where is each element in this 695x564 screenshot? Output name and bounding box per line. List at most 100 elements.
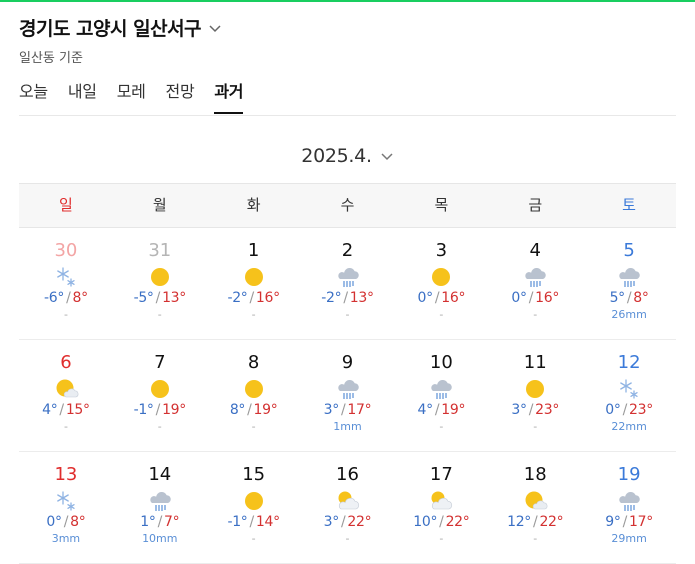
day-number: 12 xyxy=(617,352,641,373)
temperature-range: 0°/23° xyxy=(582,401,676,419)
low-temperature: 1° xyxy=(140,514,156,530)
sun-icon xyxy=(428,265,454,289)
precipitation: - xyxy=(533,308,538,321)
precipitation: 22mm xyxy=(611,420,647,433)
sun-icon xyxy=(522,377,548,401)
tab-today[interactable]: 오늘 xyxy=(19,78,48,114)
temperature-separator: / xyxy=(249,514,255,530)
tab-past[interactable]: 과거 xyxy=(214,78,244,114)
temperature-separator: / xyxy=(247,402,252,418)
calendar-day[interactable]: 18 12°/22° - xyxy=(488,452,582,563)
high-temperature: 19° xyxy=(162,402,186,418)
chevron-down-icon[interactable] xyxy=(380,149,394,163)
low-temperature: 0° xyxy=(46,514,62,530)
day-number: 14 xyxy=(148,464,172,485)
calendar-day[interactable]: 15 -1°/14° - xyxy=(207,452,301,563)
rain-cloud-icon xyxy=(428,377,454,401)
day-number: 9 xyxy=(341,352,354,373)
high-temperature: 19° xyxy=(253,402,278,418)
calendar-day[interactable]: 9 3°/17° 1mm xyxy=(301,340,395,451)
temperature-range: -2°/16° xyxy=(207,289,301,307)
temperature-separator: / xyxy=(340,402,346,418)
weekday-fri: 금 xyxy=(528,196,543,214)
location-title[interactable]: 경기도 고양시 일산서구 xyxy=(19,14,202,41)
temperature-separator: / xyxy=(439,514,444,530)
temperature-separator: / xyxy=(528,290,534,306)
top-accent-line xyxy=(0,0,695,2)
day-number: 13 xyxy=(54,464,78,485)
calendar-day[interactable]: 3 0°/16° - xyxy=(394,228,488,339)
calendar-day[interactable]: 11 3°/23° - xyxy=(488,340,582,451)
rain-cloud-icon xyxy=(616,265,642,289)
calendar-day[interactable]: 19 9°/17° 29mm xyxy=(582,452,676,563)
month-label[interactable]: 2025.4. xyxy=(301,145,372,167)
calendar-week: 13 0°/8° 3mm 14 1°/7° 10mm 15 -1°/14° -16 3°/22° -… xyxy=(19,452,676,564)
high-temperature: 23° xyxy=(628,402,653,418)
sun-cloud-icon xyxy=(522,489,548,513)
location-basis: 일산동 기준 xyxy=(19,51,83,66)
forecast-tabs: 오늘 내일 모레 전망 과거 xyxy=(19,78,263,114)
snow-icon xyxy=(53,265,79,289)
low-temperature: -5° xyxy=(133,290,154,306)
low-temperature: -1° xyxy=(133,402,154,418)
tab-day-after[interactable]: 모레 xyxy=(117,78,146,114)
day-number: 2 xyxy=(341,240,354,261)
location-selector[interactable]: 경기도 고양시 일산서구 xyxy=(19,14,223,41)
partly-cloudy-icon xyxy=(428,489,454,513)
precipitation: - xyxy=(345,532,350,545)
temperature-range: 12°/22° xyxy=(488,513,582,531)
calendar-day[interactable]: 6 4°/15° - xyxy=(19,340,113,451)
temperature-separator: / xyxy=(249,290,255,306)
calendar-day[interactable]: 1 -2°/16° - xyxy=(207,228,301,339)
precipitation: 1mm xyxy=(333,420,362,433)
calendar-day[interactable]: 12 0°/23° 22mm xyxy=(582,340,676,451)
sun-cloud-icon xyxy=(53,377,79,401)
low-temperature: 3° xyxy=(323,402,340,418)
weekday-header: 일 월 화 수 목 금 토 xyxy=(19,183,676,228)
high-temperature: 16° xyxy=(255,290,280,306)
low-temperature: 3° xyxy=(323,514,340,530)
day-number: 16 xyxy=(336,464,359,485)
calendar-day[interactable]: 7 -1°/19° - xyxy=(113,340,207,451)
temperature-range: -1°/14° xyxy=(207,513,301,531)
calendar-day[interactable]: 16 3°/22° - xyxy=(301,452,395,563)
high-temperature: 17° xyxy=(347,402,372,418)
tab-outlook[interactable]: 전망 xyxy=(166,78,195,114)
low-temperature: 3° xyxy=(511,402,527,418)
low-temperature: -2° xyxy=(227,290,248,306)
calendar-day[interactable]: 2 -2°/13° - xyxy=(301,228,395,339)
calendar-day[interactable]: 4 0°/16° - xyxy=(488,228,582,339)
precipitation: - xyxy=(439,532,444,545)
day-number: 19 xyxy=(617,464,641,485)
calendar-day[interactable]: 30 -6°/8° - xyxy=(19,228,113,339)
sun-icon xyxy=(147,265,173,289)
high-temperature: 7° xyxy=(164,514,180,530)
low-temperature: -2° xyxy=(321,290,342,306)
precipitation: - xyxy=(63,308,68,321)
temperature-separator: / xyxy=(533,514,538,530)
tab-tomorrow[interactable]: 내일 xyxy=(68,78,97,114)
temperature-range: 0°/8° xyxy=(19,513,113,531)
temperature-separator: / xyxy=(340,514,346,530)
calendar-day[interactable]: 14 1°/7° 10mm xyxy=(113,452,207,563)
rain-cloud-icon xyxy=(522,265,548,289)
calendar-day[interactable]: 10 4°/19° - xyxy=(394,340,488,451)
low-temperature: 5° xyxy=(609,290,626,306)
calendar-day[interactable]: 17 10°/22° - xyxy=(394,452,488,563)
day-number: 15 xyxy=(242,464,266,485)
high-temperature: 16° xyxy=(535,290,560,306)
calendar-day[interactable]: 5 5°/8° 26mm xyxy=(582,228,676,339)
day-number: 1 xyxy=(247,240,260,261)
calendar-day[interactable]: 13 0°/8° 3mm xyxy=(19,452,113,563)
calendar-day[interactable]: 31 -5°/13° - xyxy=(113,228,207,339)
day-number: 10 xyxy=(429,352,453,373)
day-number: 17 xyxy=(429,464,453,485)
low-temperature: -6° xyxy=(44,290,65,306)
temperature-range: 4°/15° xyxy=(19,401,113,419)
weekday-sat: 토 xyxy=(622,196,636,214)
day-number: 11 xyxy=(523,352,547,373)
precipitation: 29mm xyxy=(611,532,647,545)
calendar-day[interactable]: 8 8°/19° - xyxy=(207,340,301,451)
chevron-down-icon[interactable] xyxy=(207,20,223,36)
month-selector[interactable]: 2025.4. xyxy=(0,145,695,167)
